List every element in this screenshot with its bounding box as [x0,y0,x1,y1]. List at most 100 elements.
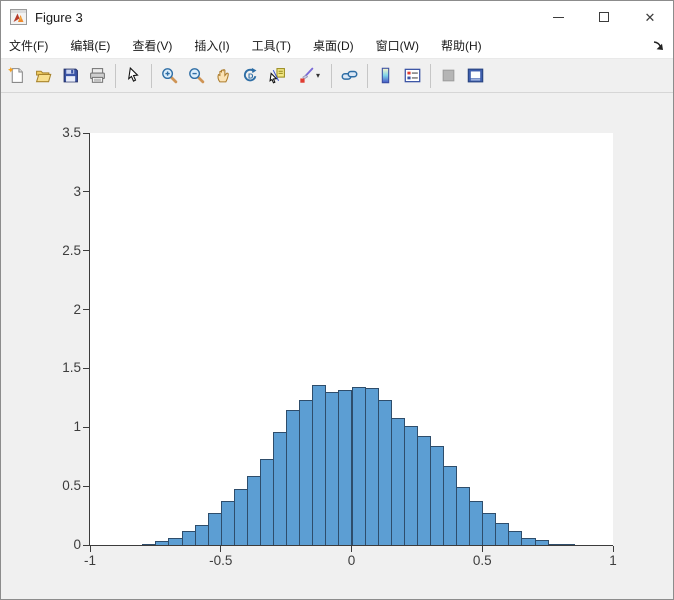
x-axis-tick [482,546,483,552]
menu-item-insert[interactable]: 插入(I) [194,33,229,58]
y-tick-label: 2.5 [34,243,81,258]
dock-figure-button[interactable] [651,38,665,52]
x-axis-tick [351,546,352,552]
edit-plot-icon [125,67,142,84]
toolbar-button-hide-plot-tools[interactable] [435,62,462,90]
histogram-bar [430,446,444,545]
x-axis-tick [613,546,614,552]
zoom-in-icon [161,67,178,84]
toolbar-button-pan[interactable] [210,62,237,90]
y-tick-label: 3.5 [34,125,81,140]
figure-canvas[interactable]: 00.511.522.533.5-1-0.500.51 [1,93,673,599]
toolbar-button-zoom-in[interactable] [156,62,183,90]
close-icon: ✕ [645,11,656,24]
histogram-bar [168,538,182,545]
print-figure-icon [89,67,106,84]
histogram-bar [469,501,483,545]
toolbar-button-data-cursor[interactable] [264,62,291,90]
menu-bar-items: 文件(F) 编辑(E) 查看(V) 插入(I) 工具(T) 桌面(D) 窗口(W) 帮助(H) [9,33,504,58]
plot-area[interactable]: 00.511.522.533.5-1-0.500.51 [89,133,613,546]
y-tick-label: 2 [34,302,81,317]
dropdown-caret-icon[interactable]: ▾ [316,71,320,80]
y-axis-tick [83,545,89,546]
y-tick-label: 0.5 [34,478,81,493]
rotate-3d-icon: D [242,67,259,84]
svg-text:D: D [248,71,254,80]
x-axis-tick [90,546,91,552]
maximize-button[interactable] [581,1,627,33]
dock-figure-arrow-icon [651,38,665,52]
toolbar-separator [430,64,431,88]
histogram-bar [247,476,261,545]
insert-legend-icon [404,67,421,84]
toolbar-button-insert-legend[interactable] [399,62,426,90]
y-axis-tick [83,133,89,134]
window-title: Figure 3 [35,10,83,25]
toolbar-separator [331,64,332,88]
menu-item-tools[interactable]: 工具(T) [252,33,291,58]
toolbar-button-show-plot-tools[interactable] [462,62,489,90]
toolbar-button-edit-plot[interactable] [120,62,147,90]
y-axis-tick [83,486,89,487]
toolbar-button-save-figure[interactable] [57,62,84,90]
zoom-out-icon [188,67,205,84]
histogram-bar [443,466,457,545]
close-button[interactable]: ✕ [627,1,673,33]
insert-colorbar-icon [377,67,394,84]
pan-icon [215,67,232,84]
x-tick-label: -0.5 [186,553,256,568]
toolbar-button-insert-colorbar[interactable] [372,62,399,90]
figure-window: Figure 3 ✕ 文件(F) 编辑(E) 查看(V) 插入(I) 工具(T) 桌面(D… [0,0,674,600]
maximize-icon [599,12,609,22]
histogram-bar [365,388,379,545]
histogram-bar [299,400,313,545]
y-axis-tick [83,191,89,192]
toolbar-button-open-file[interactable] [30,62,57,90]
y-tick-label: 1 [34,419,81,434]
histogram-bar [404,426,418,545]
toolbar-separator [151,64,152,88]
menu-item-edit[interactable]: 编辑(E) [70,33,110,58]
menu-item-window[interactable]: 窗口(W) [376,33,419,58]
menu-item-view[interactable]: 查看(V) [132,33,172,58]
histogram-bar [391,418,405,545]
histogram-bar [208,513,222,545]
histogram-bar [195,525,209,545]
y-axis-tick [83,427,89,428]
x-tick-label: -1 [55,553,125,568]
histogram-bar [234,489,248,546]
toolbar-button-print-figure[interactable] [84,62,111,90]
toolbar-button-rotate-3d[interactable]: D [237,62,264,90]
minimize-icon [553,17,564,18]
y-tick-label: 1.5 [34,360,81,375]
y-axis-tick [83,368,89,369]
histogram-bar [352,387,366,545]
menu-item-file[interactable]: 文件(F) [9,33,48,58]
minimize-button[interactable] [535,1,581,33]
toolbar-button-new-figure[interactable] [3,62,30,90]
toolbar: D▾ [1,59,673,93]
menu-bar: 文件(F) 编辑(E) 查看(V) 插入(I) 工具(T) 桌面(D) 窗口(W) 帮助(H) [1,33,673,59]
histogram-bar [155,541,169,545]
title-bar: Figure 3 ✕ [1,1,673,33]
toolbar-button-brush-data[interactable]: ▾ [291,62,327,90]
show-plot-tools-icon [467,67,484,84]
menu-item-help[interactable]: 帮助(H) [441,33,482,58]
histogram-bar [417,436,431,545]
window-controls: ✕ [535,1,673,33]
hide-plot-tools-icon [440,67,457,84]
histogram-bar [378,400,392,545]
histogram-bar [312,385,326,545]
histogram-bar [273,432,287,545]
histogram-bar [142,544,156,545]
toolbar-button-link-plot[interactable] [336,62,363,90]
histogram-bar [260,459,274,545]
menu-item-desktop[interactable]: 桌面(D) [313,33,354,58]
y-axis-tick [83,250,89,251]
histogram-bar [338,390,352,545]
histogram-bar [456,487,470,545]
toolbar-button-zoom-out[interactable] [183,62,210,90]
histogram-bar [508,531,522,545]
toolbar-separator [115,64,116,88]
open-file-icon [35,67,52,84]
